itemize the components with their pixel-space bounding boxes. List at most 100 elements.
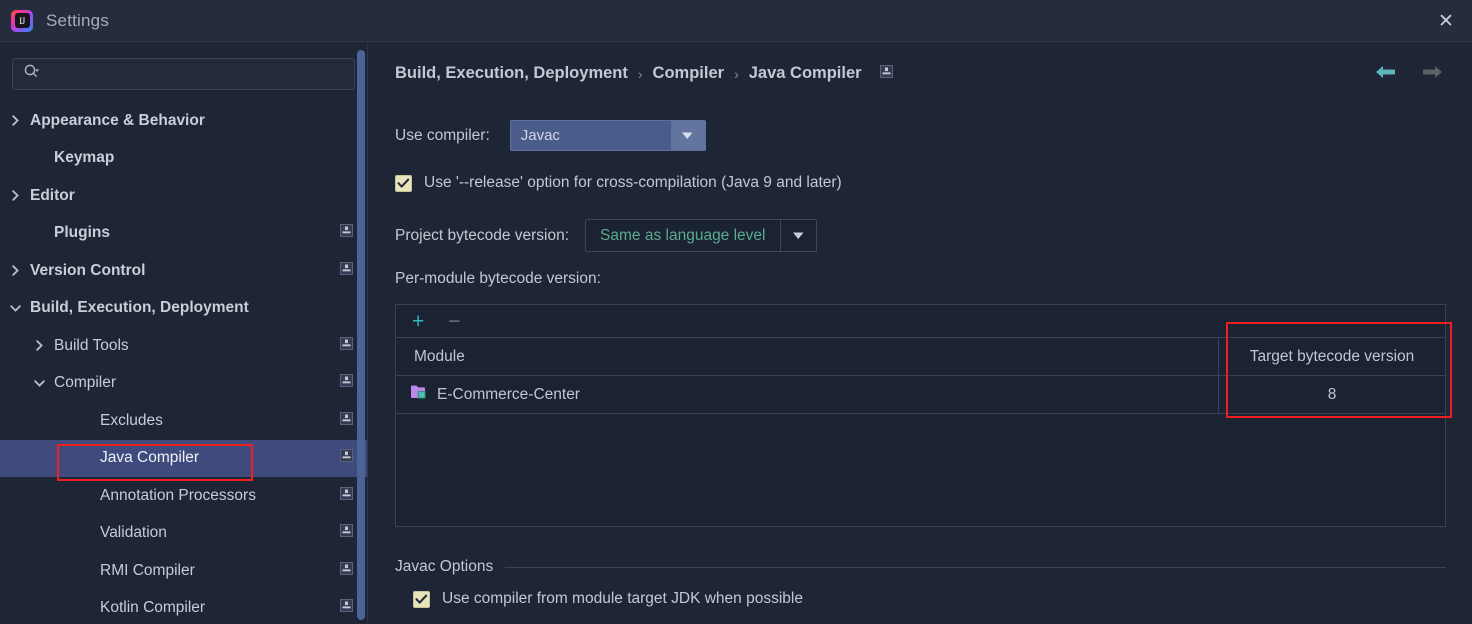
release-option-checkbox[interactable] — [395, 174, 412, 192]
chevron-down-icon[interactable] — [8, 301, 22, 315]
chevron-right-icon[interactable] — [8, 189, 22, 203]
sidebar-item-label: Build, Execution, Deployment — [30, 299, 249, 317]
project-scope-badge-icon — [340, 599, 353, 617]
chevron-down-icon[interactable] — [670, 121, 705, 150]
sidebar-item-compiler[interactable]: Compiler — [0, 365, 367, 403]
chevron-right-icon[interactable] — [8, 264, 22, 278]
settings-tree: Appearance & Behavior Keymap Editor Plugins… — [0, 102, 367, 624]
breadcrumb-crumb[interactable]: Build, Execution, Deployment — [395, 64, 628, 83]
table-toolbar: + − — [396, 305, 1445, 338]
plus-icon[interactable]: + — [412, 311, 424, 332]
table-row[interactable]: E-Commerce-Center 8 — [396, 376, 1445, 414]
settings-dialog: IJ Settings ✕ Appearance & Behavior Keyma… — [0, 0, 1472, 624]
project-scope-badge-icon — [340, 561, 353, 580]
chevron-right-icon[interactable] — [32, 339, 46, 353]
search-field[interactable] — [12, 58, 355, 90]
sidebar-item-label: Kotlin Compiler — [100, 599, 206, 617]
sidebar-item-java-compiler[interactable]: Java Compiler — [0, 439, 367, 477]
table-header-row: Module Target bytecode version — [396, 338, 1445, 376]
breadcrumb-separator: › — [637, 65, 643, 82]
breadcrumb-separator: › — [734, 65, 739, 82]
column-header-target-bytecode-version[interactable]: Target bytecode version — [1219, 338, 1445, 375]
sidebar-item-label: Editor — [30, 186, 75, 204]
use-compiler-row: Use compiler: Javac — [395, 120, 706, 151]
sidebar-item-label: Annotation Processors — [100, 486, 256, 504]
sidebar-item-appearance-behavior[interactable]: Appearance & Behavior — [0, 102, 367, 140]
cell-target-bytecode-version[interactable]: 8 — [1219, 376, 1445, 413]
project-bytecode-label: Project bytecode version: — [395, 226, 570, 244]
arrow-right-icon — [1420, 64, 1444, 85]
per-module-label-row: Per-module bytecode version: — [395, 270, 601, 288]
javac-options-title: Javac Options — [395, 558, 494, 575]
sidebar-item-keymap[interactable]: Keymap — [0, 140, 367, 178]
chevron-right-icon[interactable] — [8, 114, 22, 128]
sidebar-item-validation[interactable]: Validation — [0, 515, 367, 553]
sidebar-item-label: Java Compiler — [100, 449, 200, 467]
sidebar-item-editor[interactable]: Editor — [0, 177, 367, 215]
use-module-jdk-checkbox[interactable] — [413, 590, 430, 608]
window-title: Settings — [46, 10, 110, 30]
use-module-jdk-checkbox-row[interactable]: Use compiler from module target JDK when… — [413, 590, 803, 608]
release-option-label: Use '--release' option for cross-compila… — [424, 174, 842, 191]
use-compiler-label: Use compiler: — [395, 126, 490, 144]
column-header-module[interactable]: Module — [396, 338, 1219, 375]
per-module-bytecode-table: + − Module Target bytecode version E-Com… — [395, 304, 1446, 527]
sidebar-item-label: Version Control — [30, 261, 146, 279]
chevron-down-icon[interactable] — [779, 220, 816, 251]
project-scope-badge-icon — [340, 336, 353, 355]
project-scope-badge-icon — [340, 524, 353, 542]
project-scope-badge-icon — [340, 411, 353, 430]
breadcrumb-crumb[interactable]: Compiler — [653, 64, 725, 83]
breadcrumb: Build, Execution, Deployment › Compiler › Ja… — [395, 64, 893, 83]
settings-sidebar: Appearance & Behavior Keymap Editor Plugins… — [0, 42, 368, 624]
sidebar-item-build-tools[interactable]: Build Tools — [0, 327, 367, 365]
project-bytecode-value: Same as language level — [600, 226, 766, 244]
project-scope-badge-icon — [340, 486, 353, 505]
sidebar-item-label: Build Tools — [54, 336, 129, 354]
minus-icon: − — [448, 309, 461, 333]
sidebar-scrollbar[interactable] — [357, 50, 365, 620]
sidebar-item-version-control[interactable]: Version Control — [0, 252, 367, 290]
module-folder-icon — [410, 384, 428, 405]
section-divider — [505, 566, 1446, 568]
use-module-jdk-label: Use compiler from module target JDK when… — [442, 590, 803, 607]
sidebar-item-label: Validation — [100, 524, 167, 542]
sidebar-item-build-execution-deployment[interactable]: Build, Execution, Deployment — [0, 290, 367, 328]
sidebar-item-kotlin-compiler[interactable]: Kotlin Compiler — [0, 590, 367, 624]
breadcrumb-crumb[interactable]: Java Compiler — [749, 64, 862, 83]
project-scope-badge-icon — [340, 261, 353, 280]
navigation-arrows — [1374, 64, 1444, 85]
project-bytecode-row: Project bytecode version: Same as langua… — [395, 219, 817, 252]
chevron-down-icon[interactable] — [32, 376, 46, 390]
sidebar-item-excludes[interactable]: Excludes — [0, 402, 367, 440]
arrow-left-icon[interactable] — [1374, 64, 1398, 85]
sidebar-item-label: Keymap — [54, 149, 115, 167]
project-scope-badge-icon — [340, 224, 353, 242]
module-name: E-Commerce-Center — [437, 385, 580, 403]
project-scope-badge-icon — [340, 374, 353, 392]
sidebar-item-annotation-processors[interactable]: Annotation Processors — [0, 477, 367, 515]
search-input[interactable] — [40, 66, 354, 82]
main-panel: Build, Execution, Deployment › Compiler › Ja… — [369, 42, 1472, 624]
search-icon — [23, 63, 40, 85]
release-option-checkbox-row[interactable]: Use '--release' option for cross-compila… — [395, 174, 842, 192]
project-bytecode-dropdown[interactable]: Same as language level — [585, 219, 817, 252]
sidebar-item-label: RMI Compiler — [100, 561, 195, 579]
use-compiler-dropdown[interactable]: Javac — [509, 120, 706, 151]
intellij-idea-logo-icon: IJ — [11, 9, 33, 32]
sidebar-item-rmi-compiler[interactable]: RMI Compiler — [0, 552, 367, 590]
title-bar: IJ Settings ✕ — [0, 0, 1472, 42]
sidebar-item-label: Appearance & Behavior — [30, 111, 205, 129]
sidebar-item-label: Plugins — [54, 224, 110, 242]
close-icon[interactable]: ✕ — [1420, 0, 1472, 42]
sidebar-item-label: Compiler — [54, 374, 117, 392]
sidebar-item-plugins[interactable]: Plugins — [0, 215, 367, 253]
project-scope-badge-icon — [879, 64, 893, 83]
